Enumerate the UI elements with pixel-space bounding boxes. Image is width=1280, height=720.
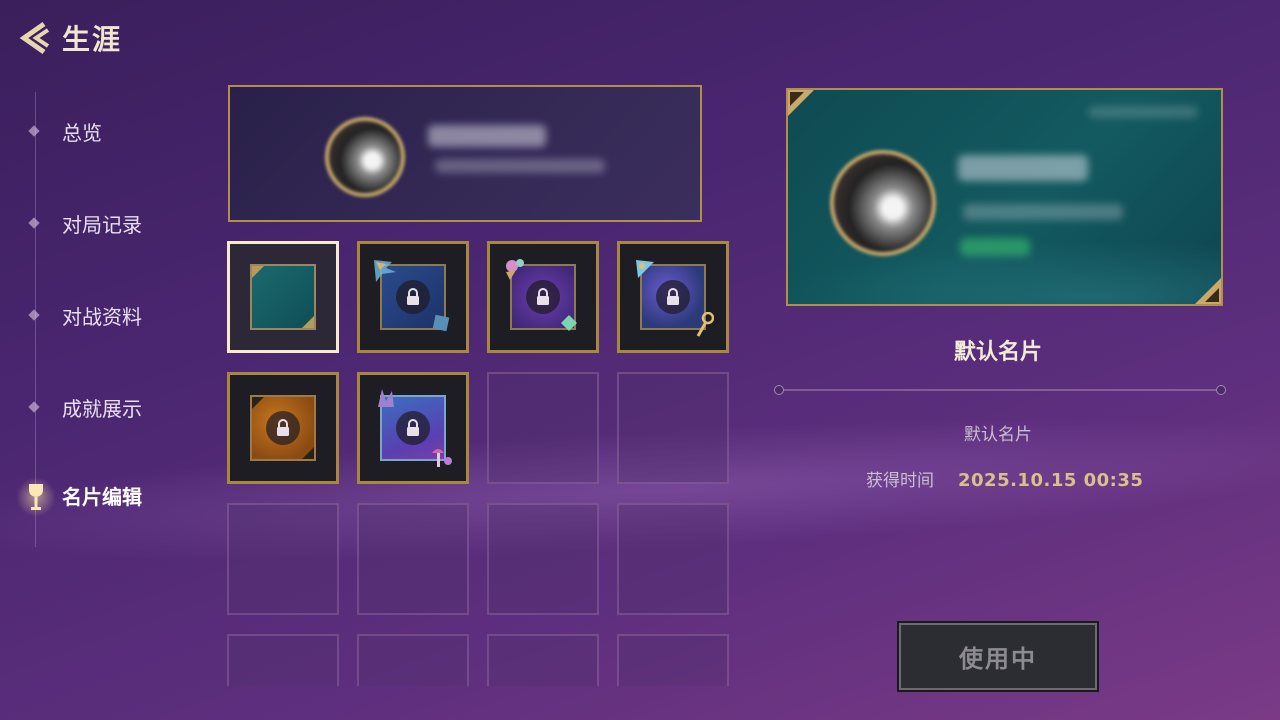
sidebar-item-battle-stats[interactable]: 对战资料 [28, 305, 142, 329]
card-slot-empty [357, 503, 469, 615]
nav-dot-icon [28, 401, 40, 413]
star-ornament-icon [636, 260, 654, 278]
in-use-button[interactable]: 使用中 [897, 621, 1099, 692]
sidebar-item-label: 名片编辑 [62, 484, 142, 509]
sidebar-item-match-history[interactable]: 对局记录 [28, 213, 142, 237]
card-slot-empty [487, 503, 599, 615]
player-info-blurred [435, 159, 605, 173]
divider-dot-icon [1216, 385, 1226, 395]
card-slot-blue[interactable] [357, 241, 469, 353]
card-slot-purple-blue[interactable] [357, 372, 469, 484]
sidebar-item-label: 成就展示 [62, 396, 142, 421]
divider [774, 385, 1226, 395]
lock-icon [396, 411, 430, 445]
sidebar-item-achievements[interactable]: 成就展示 [28, 397, 142, 421]
obtain-time-label: 获得时间 [866, 471, 934, 491]
lock-icon [526, 280, 560, 314]
gem-icon [561, 315, 577, 331]
key-ornament-icon [696, 312, 714, 337]
card-slot-empty [617, 503, 729, 615]
flower-ornament-icon [506, 259, 524, 280]
card-slot-empty [357, 634, 469, 686]
trophy-cup-icon [16, 477, 56, 517]
card-slot-orange[interactable] [227, 372, 339, 484]
mushroom-ornament-icon [432, 449, 452, 467]
card-frame-orange [250, 395, 316, 461]
player-tag-blurred [960, 238, 1030, 256]
sidebar-item-label: 总览 [62, 120, 102, 145]
avatar [830, 150, 936, 256]
card-description: 默认名片 [964, 425, 1032, 445]
avatar [325, 117, 405, 197]
ornament-icon [432, 314, 450, 332]
card-slot-empty [617, 372, 729, 484]
card-slot-empty [227, 503, 339, 615]
sidebar-item-overview[interactable]: 总览 [28, 121, 102, 145]
lock-icon [266, 411, 300, 445]
nav-dot-icon [28, 217, 40, 229]
card-slot-empty [487, 372, 599, 484]
corner-ornament-icon [302, 316, 314, 328]
lock-icon [396, 280, 430, 314]
obtain-time-row: 获得时间 2025.10.15 00:35 [866, 466, 1143, 491]
corner-ornament-icon [252, 266, 264, 278]
sidebar-item-label: 对局记录 [62, 212, 142, 237]
divider-dot-icon [774, 385, 784, 395]
corner-ornament-icon [1195, 278, 1221, 304]
player-info-blurred [963, 204, 1123, 220]
card-slot-empty [487, 634, 599, 686]
corner-ornament-icon [788, 90, 814, 116]
card-slot-cosmic[interactable] [617, 241, 729, 353]
player-name-blurred [958, 155, 1088, 181]
obtain-time-value: 2025.10.15 00:35 [958, 470, 1144, 491]
corner-ornament-icon [302, 447, 314, 459]
card-name-title: 默认名片 [953, 340, 1042, 365]
nav-dot-icon [28, 309, 40, 321]
in-use-button-label: 使用中 [959, 645, 1037, 673]
page-header: 生涯 [14, 18, 122, 58]
card-slot-empty [227, 634, 339, 686]
player-name-blurred [428, 125, 546, 147]
name-card-preview [228, 85, 702, 222]
card-slot-default[interactable] [227, 241, 339, 353]
selected-card-preview [786, 88, 1223, 306]
card-frame-teal [250, 264, 316, 330]
dragon-ornament-icon [374, 260, 396, 282]
top-right-info-blurred [1088, 106, 1198, 118]
lock-icon [656, 280, 690, 314]
corner-ornament-icon [252, 397, 264, 409]
card-slot-violet[interactable] [487, 241, 599, 353]
horn-ornament-icon [378, 389, 394, 407]
page-title: 生涯 [62, 23, 123, 56]
card-slot-empty [617, 634, 729, 686]
sidebar-item-label: 对战资料 [62, 304, 142, 329]
back-arrow-icon[interactable] [14, 18, 54, 58]
nav-dot-icon [28, 125, 40, 137]
